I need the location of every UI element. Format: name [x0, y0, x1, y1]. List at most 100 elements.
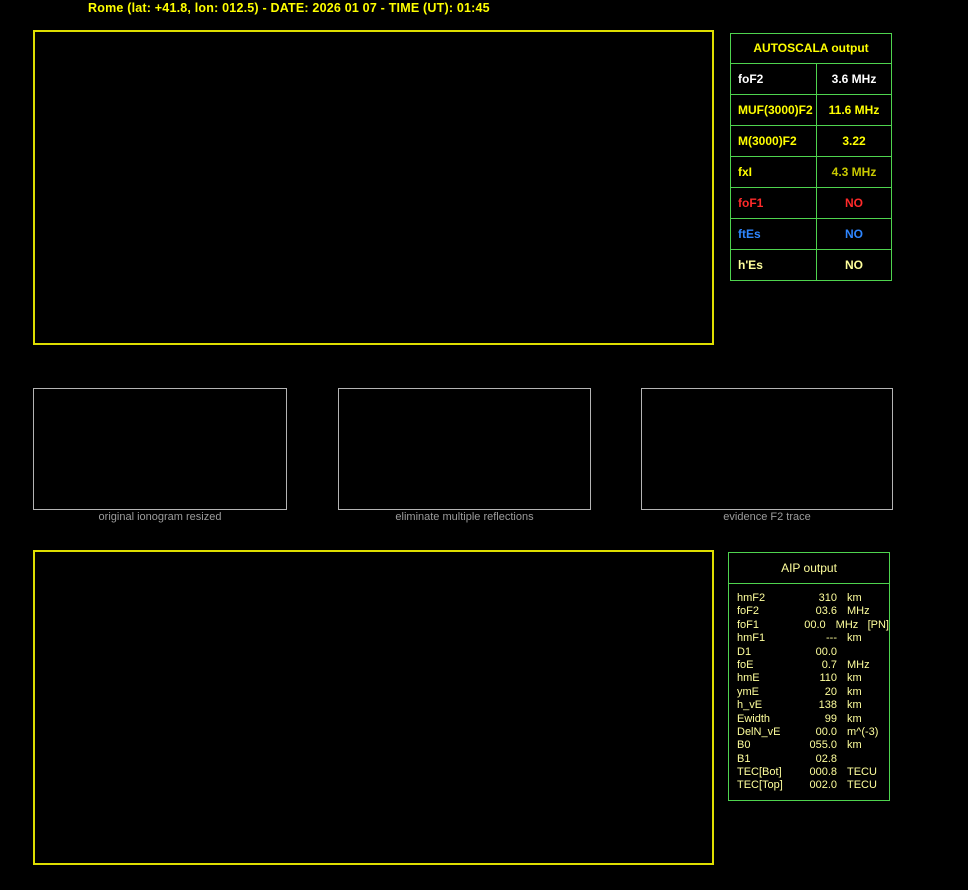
aip-unit: km	[847, 699, 862, 712]
aip-unit: MHz	[847, 658, 870, 671]
aip-label: h_vE	[737, 699, 763, 712]
aip-unit: km	[847, 672, 862, 685]
aip-table-body: hmF2 310 km foF2 03.6 MHz foF1 00.0 MHz [PN] hm…	[729, 584, 889, 793]
aip-row-hmf1: hmF1 --- km	[737, 632, 889, 645]
aip-label: DelN_vE	[737, 725, 781, 738]
table-row-fof1: foF1 NO	[731, 188, 891, 219]
aip-row-tectop: TEC[Top] 002.0 TECU	[737, 779, 889, 792]
table-row-hes: h'Es NO	[731, 250, 891, 280]
aip-label: B0	[737, 739, 751, 752]
aip-unit: TECU	[847, 779, 877, 792]
page-title: Rome (lat: +41.8, lon: 012.5) - DATE: 20…	[88, 1, 490, 15]
thumbnail-evidence-canvas	[642, 389, 892, 504]
aip-unit: km	[847, 739, 862, 752]
aip-row-tecbot: TEC[Bot] 000.8 TECU	[737, 766, 889, 779]
thumbnail-eliminate-canvas	[339, 389, 590, 504]
aip-label: TEC[Top]	[737, 779, 783, 792]
fxi-label: fxI	[731, 157, 817, 187]
aip-unit: km	[847, 592, 862, 604]
aip-label: hmE	[737, 672, 760, 685]
aip-unit: MHz	[847, 605, 870, 618]
aip-label: D1	[737, 645, 752, 658]
aip-row-fof2: foF2 03.6 MHz	[737, 605, 889, 618]
aip-unit: km	[847, 712, 862, 725]
thumbnail-caption-original: original ionogram resized	[98, 511, 222, 523]
aip-label: Ewidth	[737, 712, 771, 725]
ionogram-top-plot	[33, 30, 714, 345]
aip-output-table: AIP output hmF2 310 km foF2 03.6 MHz foF1 00.…	[728, 552, 890, 801]
aip-value: 310	[818, 592, 837, 604]
thumbnail-evidence-f2	[641, 388, 893, 510]
aip-unit: MHz	[835, 618, 859, 631]
aip-unit: TECU	[847, 766, 877, 779]
aip-value: 055.0	[809, 739, 837, 752]
fof2-label: foF2	[731, 64, 817, 94]
m3000-value: 3.22	[842, 134, 866, 148]
aip-label: foF2	[737, 605, 760, 618]
ionogram-bottom-canvas	[35, 552, 712, 863]
thumbnail-original-ionogram	[33, 388, 287, 510]
fof1-label: foF1	[731, 188, 817, 218]
aip-value: 03.6	[815, 605, 837, 618]
aip-unit: m^(-3)	[847, 725, 879, 738]
muf-label: MUF(3000)F2	[731, 95, 817, 125]
thumbnail-eliminate-reflections	[338, 388, 591, 510]
aip-value: 110	[819, 672, 837, 685]
fxi-value: 4.3 MHz	[831, 165, 877, 179]
aip-row-foe: foE 0.7 MHz	[737, 659, 889, 672]
aip-unit: km	[847, 632, 862, 645]
aip-row-b1: B1 02.8	[737, 753, 889, 766]
aip-note: [PN]	[867, 618, 889, 631]
table-row-ftes: ftEs NO	[731, 219, 891, 250]
aip-label: hmF2	[737, 592, 766, 604]
m3000-label: M(3000)F2	[731, 126, 817, 156]
aip-value: 0.7	[821, 658, 837, 671]
table-row-muf: MUF(3000)F2 11.6 MHz	[731, 95, 891, 126]
autoscala-screen: { "title": "Rome (lat: +41.8, lon: 012.5…	[0, 0, 968, 890]
hes-label: h'Es	[731, 250, 817, 280]
muf-value: 11.6 MHz	[828, 103, 880, 117]
aip-label: hmF1	[737, 632, 766, 645]
aip-value: 20	[824, 685, 837, 698]
aip-row-ewidth: Ewidth 99 km	[737, 713, 889, 726]
aip-row-fof1: foF1 00.0 MHz [PN]	[737, 619, 889, 632]
aip-row-delnve: DelN_vE 00.0 m^(-3)	[737, 726, 889, 739]
autoscala-table-header: AUTOSCALA output	[731, 34, 891, 64]
ionogram-bottom-plot	[33, 550, 714, 865]
ionogram-top-canvas	[35, 32, 712, 343]
thumbnail-caption-evidence: evidence F2 trace	[723, 511, 811, 523]
aip-row-yme: ymE 20 km	[737, 686, 889, 699]
ftes-value: NO	[845, 227, 863, 241]
autoscala-output-table: AUTOSCALA output foF2 3.6 MHz MUF(3000)F…	[730, 33, 892, 281]
aip-value: 00.0	[815, 645, 837, 658]
thumbnail-original-canvas	[34, 389, 286, 504]
table-row-fxi: fxI 4.3 MHz	[731, 157, 891, 188]
aip-value: 02.8	[815, 752, 837, 765]
aip-table-header: AIP output	[729, 553, 889, 584]
table-row-fof2: foF2 3.6 MHz	[731, 64, 891, 95]
aip-row-hme: hmE 110 km	[737, 672, 889, 685]
aip-value: 000.8	[809, 766, 837, 779]
aip-unit: km	[847, 685, 862, 698]
thumbnail-caption-eliminate: eliminate multiple reflections	[395, 511, 534, 523]
fof1-value: NO	[845, 196, 863, 210]
ftes-label: ftEs	[731, 219, 817, 249]
aip-label: foE	[737, 658, 754, 671]
aip-value: 002.0	[809, 779, 837, 792]
fof2-value: 3.6 MHz	[831, 72, 877, 86]
table-row-m3000: M(3000)F2 3.22	[731, 126, 891, 157]
aip-value: 00.0	[804, 618, 826, 631]
aip-value: 99	[824, 712, 837, 725]
aip-row-hve: h_vE 138 km	[737, 699, 889, 712]
hes-value: NO	[845, 258, 863, 272]
aip-label: B1	[737, 752, 751, 765]
aip-value: ---	[826, 632, 837, 645]
aip-value: 138	[818, 699, 837, 712]
aip-label: foF1	[737, 618, 760, 631]
aip-label: TEC[Bot]	[737, 766, 782, 779]
aip-row-d1: D1 00.0	[737, 646, 889, 659]
aip-unit	[847, 646, 883, 659]
aip-row-b0: B0 055.0 km	[737, 739, 889, 752]
aip-value: 00.0	[815, 725, 837, 738]
aip-row-hmf2: hmF2 310 km	[737, 592, 889, 605]
